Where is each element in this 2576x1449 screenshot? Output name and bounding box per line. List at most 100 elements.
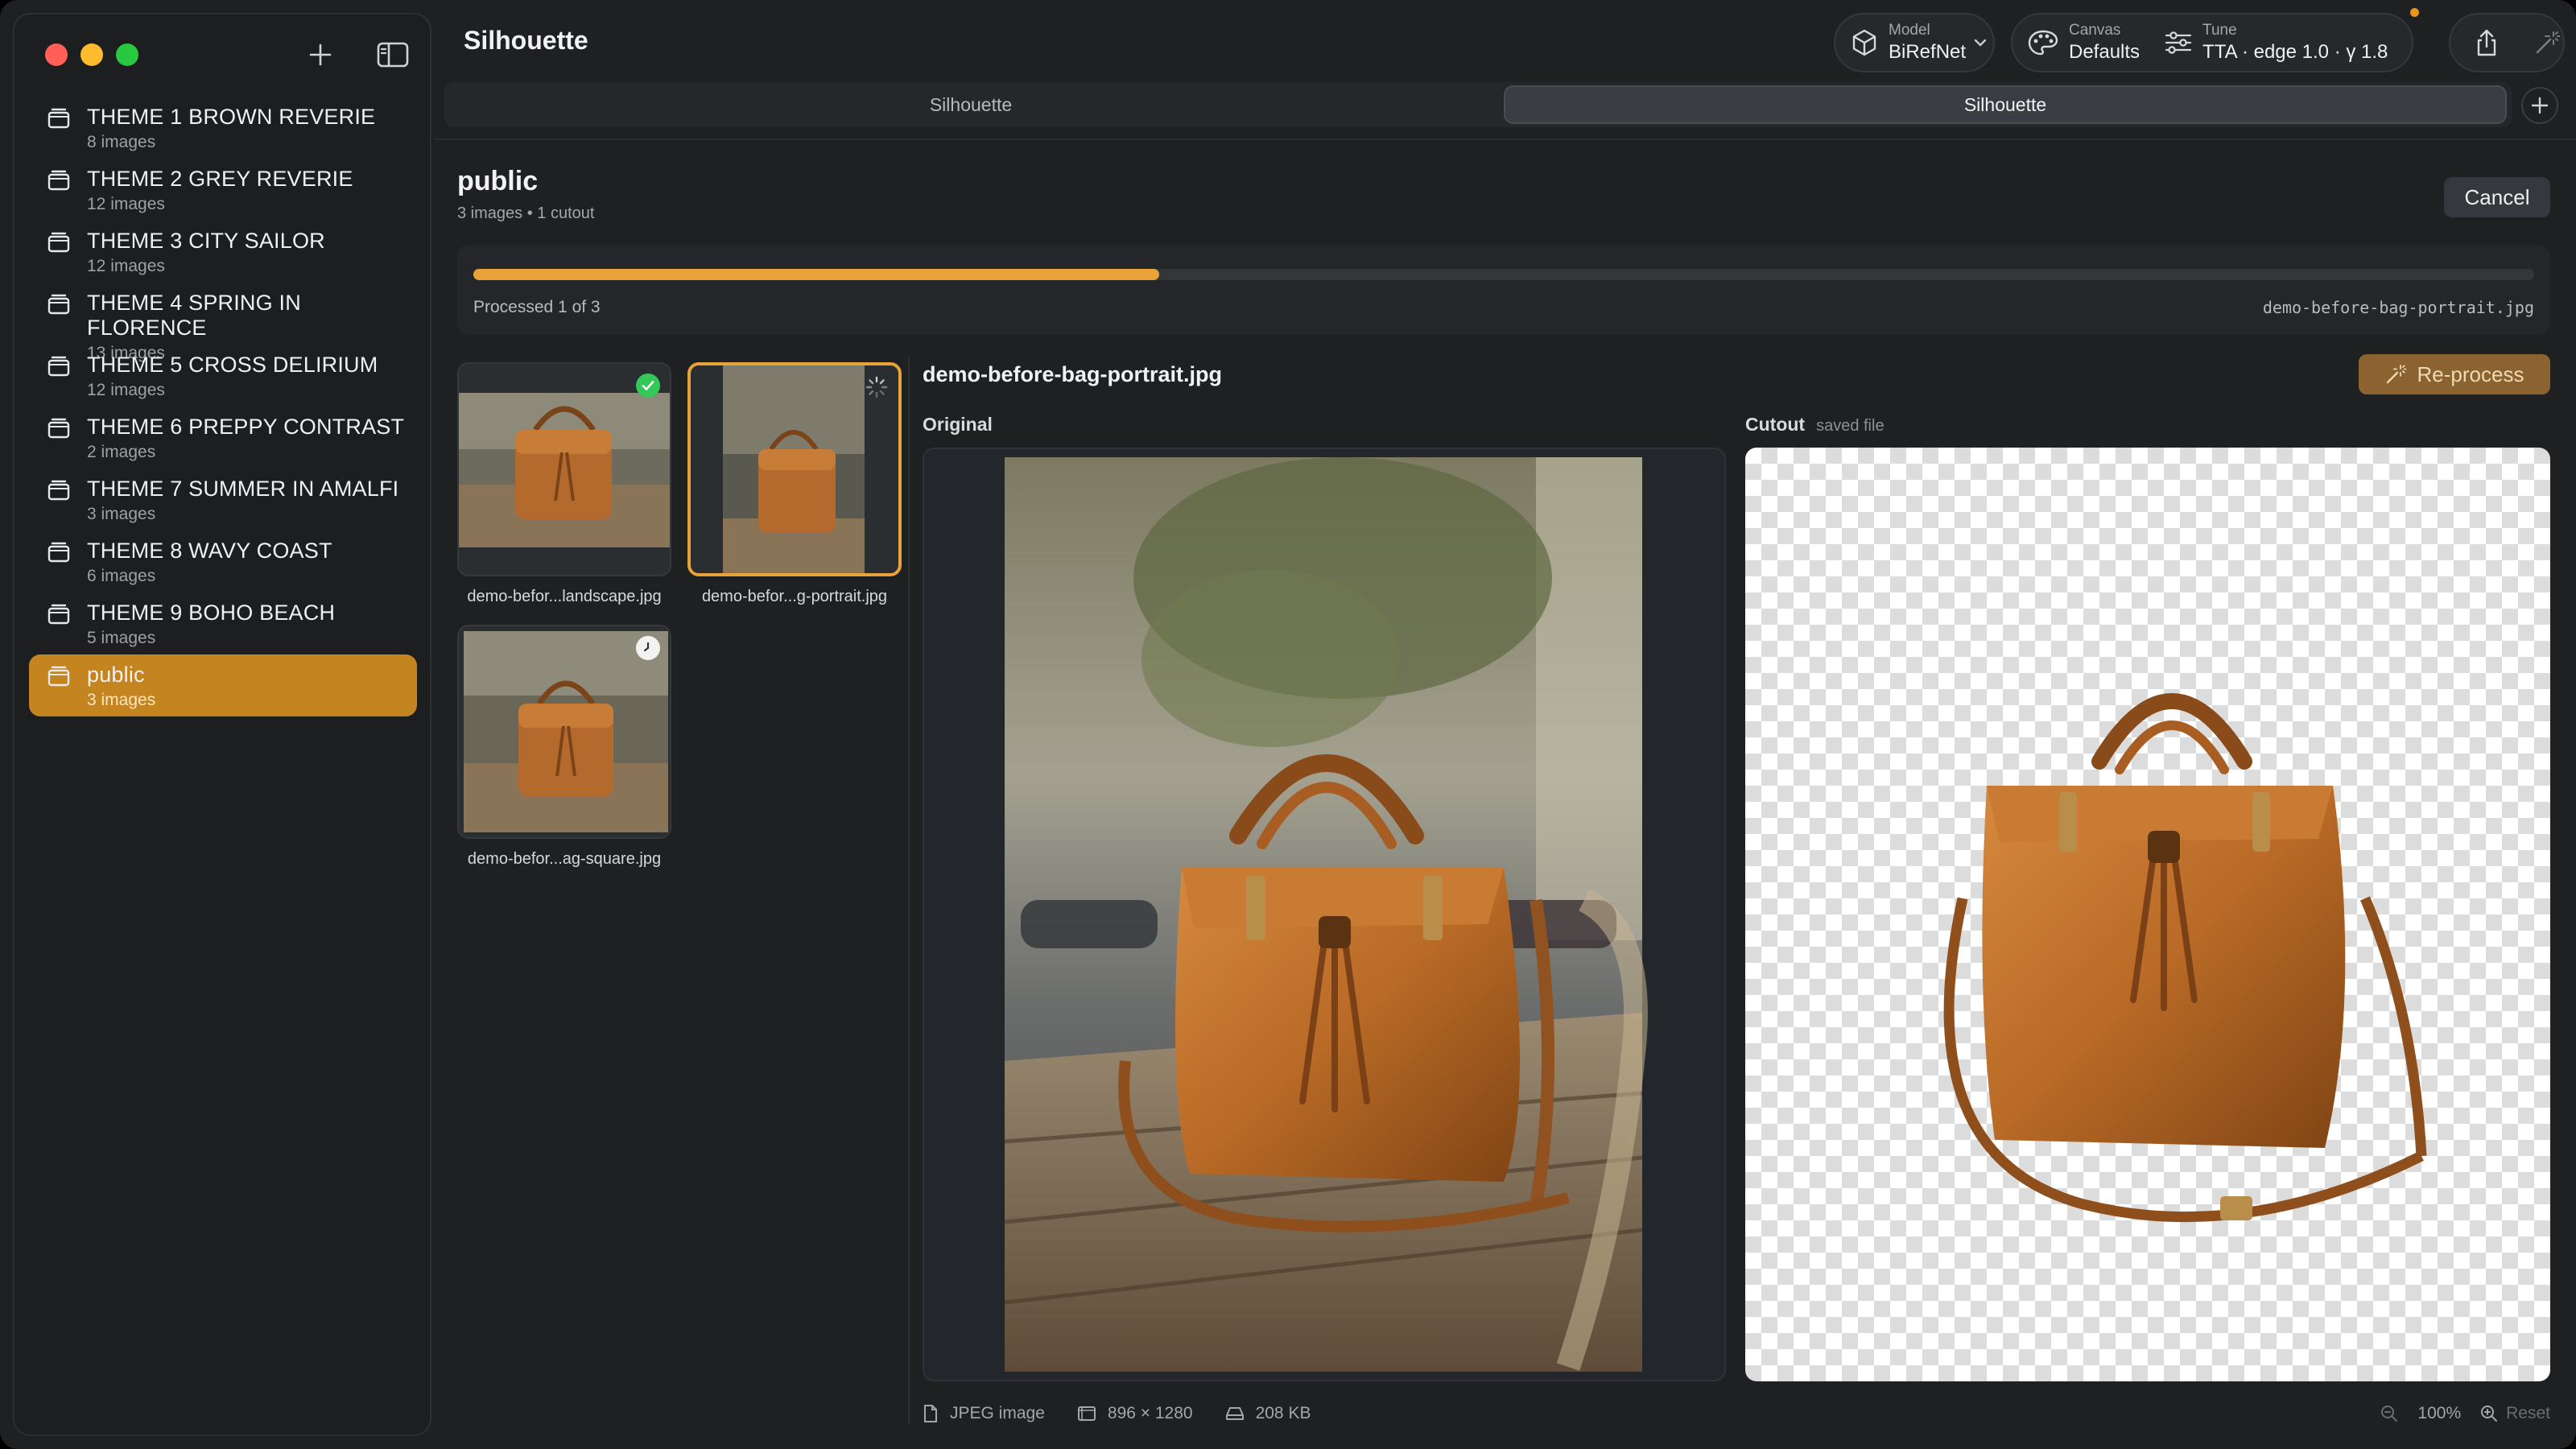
image-dimensions: 896 × 1280	[1077, 1404, 1193, 1423]
folder-name: public	[87, 663, 145, 687]
canvas-picker[interactable]: Canvas Defaults	[2013, 22, 2140, 64]
share-button[interactable]	[2475, 28, 2499, 57]
document-icon	[924, 1405, 937, 1422]
reprocess-button[interactable]: Re-process	[2359, 354, 2550, 394]
file-size: 208 KB	[1225, 1404, 1311, 1423]
folder-name: THEME 7 SUMMER IN AMALFI	[87, 477, 399, 501]
model-value: BiRefNet	[1889, 41, 1967, 63]
thumbnail-item[interactable]: demo-befor...ag-square.jpg	[457, 625, 671, 869]
chevron-down-icon	[1974, 34, 1987, 52]
folder-icon	[47, 168, 71, 191]
folder-name: THEME 4 SPRING IN FLORENCE	[87, 291, 301, 340]
folder-name: THEME 2 GREY REVERIE	[87, 167, 353, 191]
canvas-tune-group: Canvas Defaults Tune TTA · edge 1.0 · γ …	[2011, 13, 2413, 72]
tune-picker[interactable]: Tune TTA · edge 1.0 · γ 1.8	[2164, 22, 2388, 64]
dimensions-icon	[1077, 1406, 1096, 1421]
folder-icon	[47, 478, 71, 501]
folder-item[interactable]: THEME 8 WAVY COAST 6 images	[29, 530, 417, 592]
model-caption: Model	[1889, 22, 1930, 39]
folder-item[interactable]: public 3 images	[29, 654, 417, 716]
folder-name: THEME 1 BROWN REVERIE	[87, 105, 376, 129]
queued-clock-icon	[636, 636, 660, 660]
done-check-icon	[636, 374, 660, 398]
share-icon	[2477, 29, 2496, 56]
folder-item[interactable]: THEME 4 SPRING IN FLORENCE 13 images	[29, 283, 417, 362]
folder-count: 8 images	[87, 133, 156, 151]
magic-wand-button[interactable]	[2534, 30, 2560, 56]
folder-item[interactable]: THEME 3 CITY SAILOR 12 images	[29, 221, 417, 283]
reprocess-label: Re-process	[2417, 361, 2524, 386]
add-folder-button[interactable]	[303, 39, 338, 71]
folder-item[interactable]: THEME 7 SUMMER IN AMALFI 3 images	[29, 469, 417, 530]
folder-count: 12 images	[87, 195, 165, 213]
thumbnail-card[interactable]	[687, 362, 902, 576]
model-picker[interactable]: Model BiRefNet	[1834, 13, 1995, 72]
thumbnail-name: demo-befor...ag-square.jpg	[467, 850, 662, 868]
tune-caption: Tune	[2202, 22, 2237, 39]
close-window-button[interactable]	[45, 43, 68, 66]
unsaved-indicator	[2410, 8, 2419, 17]
thumbnail-card[interactable]	[457, 625, 671, 839]
toggle-sidebar-button[interactable]	[375, 39, 411, 71]
sidebar-icon	[377, 42, 409, 68]
progress-fill	[473, 269, 1160, 280]
reset-zoom-button[interactable]: Reset	[2480, 1404, 2550, 1423]
sliders-icon	[2164, 31, 2193, 55]
zoom-controls: 100% Reset	[2380, 1399, 2550, 1428]
thumbnail-item[interactable]: demo-befor...landscape.jpg	[457, 362, 671, 606]
share-group	[2449, 13, 2565, 72]
folder-item[interactable]: THEME 6 PREPPY CONTRAST 2 images	[29, 407, 417, 469]
cutout-label-group: Cutout saved file	[1745, 414, 1885, 436]
cutout-photo	[1943, 693, 2427, 1223]
minimize-window-button[interactable]	[80, 43, 103, 66]
folder-icon	[47, 540, 71, 563]
cutout-label: Cutout	[1745, 414, 1806, 435]
folder-subtitle: 3 images • 1 cutout	[457, 204, 595, 222]
folder-icon	[47, 292, 71, 315]
folder-count: 12 images	[87, 257, 165, 275]
folder-count: 6 images	[87, 567, 156, 585]
reset-label: Reset	[2506, 1404, 2550, 1422]
new-tab-button[interactable]	[2521, 87, 2558, 124]
folder-item[interactable]: THEME 2 GREY REVERIE 12 images	[29, 159, 417, 221]
zoom-out-icon[interactable]	[2380, 1405, 2398, 1422]
list-detail-divider	[908, 357, 910, 1425]
tab-silhouette-2[interactable]: Silhouette	[1504, 85, 2507, 124]
canvas-caption: Canvas	[2069, 22, 2121, 39]
folder-list: THEME 1 BROWN REVERIE 8 images THEME 2 GRE…	[29, 97, 417, 716]
folder-name: THEME 5 CROSS DELIRIUM	[87, 353, 378, 377]
folder-icon	[47, 354, 71, 377]
thumbnail-name: demo-befor...g-portrait.jpg	[701, 588, 888, 605]
folder-icon	[47, 230, 71, 253]
tab-silhouette-1[interactable]: Silhouette	[449, 85, 1492, 124]
folder-item[interactable]: THEME 9 BOHO BEACH 5 images	[29, 592, 417, 654]
progress-bar	[473, 269, 2534, 280]
folder-item[interactable]: THEME 5 CROSS DELIRIUM 12 images	[29, 345, 417, 407]
folder-count: 3 images	[87, 691, 156, 709]
folder-name: THEME 9 BOHO BEACH	[87, 601, 336, 625]
disk-icon	[1225, 1407, 1244, 1420]
zoom-level: 100%	[2417, 1404, 2462, 1422]
progress-current-file: demo-before-bag-portrait.jpg	[2262, 298, 2534, 317]
folder-item[interactable]: THEME 1 BROWN REVERIE 8 images	[29, 97, 417, 159]
folder-icon	[47, 416, 71, 439]
magic-wand-icon	[2536, 31, 2560, 54]
progress-label: Processed 1 of 3	[473, 298, 601, 316]
folder-name: THEME 3 CITY SAILOR	[87, 229, 325, 253]
bag-square-image	[464, 631, 668, 832]
plus-icon	[309, 43, 332, 66]
folder-icon	[47, 602, 71, 625]
app-window: THEME 1 BROWN REVERIE 8 images THEME 2 GRE…	[0, 0, 2576, 1449]
magic-wand-icon	[2386, 365, 2406, 384]
folder-icon	[47, 106, 71, 129]
thumbnail-item-selected[interactable]: demo-befor...g-portrait.jpg	[687, 362, 902, 606]
file-format-text: JPEG image	[950, 1404, 1045, 1422]
tune-value: TTA · edge 1.0 · γ 1.8	[2202, 41, 2388, 63]
thumbnail-name: demo-befor...landscape.jpg	[467, 588, 662, 605]
file-size-text: 208 KB	[1255, 1404, 1311, 1422]
folder-name: THEME 6 PREPPY CONTRAST	[87, 415, 405, 439]
thumbnail-card[interactable]	[457, 362, 671, 576]
zoom-in-icon	[2481, 1406, 2498, 1422]
cancel-button[interactable]: Cancel	[2444, 177, 2550, 217]
zoom-window-button[interactable]	[116, 43, 138, 66]
